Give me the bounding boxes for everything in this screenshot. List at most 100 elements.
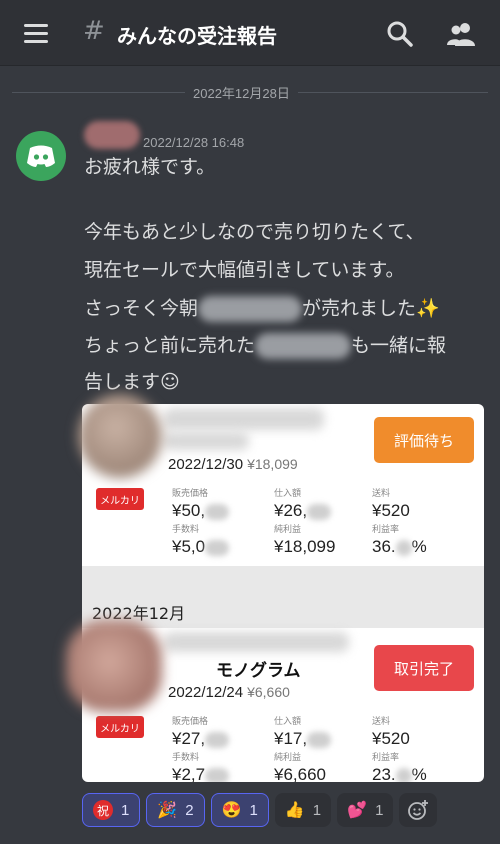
stat-value: ¥520: [372, 501, 410, 520]
stat-value: 36.%: [372, 537, 427, 557]
stat-value: ¥520: [372, 729, 410, 748]
reaction-count: 1: [121, 801, 130, 819]
avatar[interactable]: [16, 131, 66, 181]
stat-value: ¥27,: [172, 729, 230, 749]
search-icon[interactable]: [386, 20, 414, 48]
stat-label: 販売価格: [172, 717, 209, 727]
message-text: さっそく今朝: [84, 297, 199, 320]
message-line: 告します☺: [84, 371, 180, 393]
reaction-two-hearts[interactable]: 💕 1: [337, 793, 394, 827]
members-icon[interactable]: [446, 20, 476, 48]
stat-label: 手数料: [172, 525, 200, 535]
status-awaiting-review-button[interactable]: 評価待ち: [374, 417, 474, 463]
stat-value: ¥5,0: [172, 537, 230, 557]
message-line: さっそく今朝 が売れました✨: [84, 296, 440, 322]
mercari-badge: メルカリ: [96, 716, 144, 738]
stat-label: 純利益: [274, 525, 302, 535]
price-value: ¥6,660: [247, 684, 290, 700]
status-label: 評価待ち: [393, 431, 454, 450]
stat-sale-price: 販売価格 ¥50,: [172, 486, 230, 521]
add-reaction-icon: [408, 800, 429, 820]
product-photo-redacted: [78, 394, 162, 478]
product-title-redacted: [164, 632, 349, 652]
heart-eyes-icon: 😍: [221, 802, 242, 819]
stat-text: ¥2,7: [172, 765, 206, 782]
stat-value: ¥18,099: [274, 537, 336, 556]
stat-text: %: [411, 765, 427, 782]
status-completed-button[interactable]: 取引完了: [374, 645, 474, 691]
message-line: 今年もあと少しなので売り切りたくて、: [84, 221, 425, 243]
status-label: 取引完了: [393, 659, 454, 678]
stat-text: %: [411, 537, 427, 556]
redacted-number: [205, 767, 230, 782]
redacted-text: [198, 296, 303, 322]
stat-text: 36.: [372, 537, 396, 556]
stat-value: ¥17,: [274, 729, 332, 749]
stat-value: ¥50,: [172, 501, 230, 521]
stat-value: 23.%: [372, 765, 427, 782]
stat-cost: 仕入額 ¥17,: [274, 714, 332, 749]
date-value: 2022/12/30: [168, 456, 244, 473]
author-name-redacted[interactable]: [84, 121, 140, 149]
stat-label: 仕入額: [274, 489, 302, 499]
stat-profit: 純利益 ¥6,660: [274, 750, 326, 782]
stat-label: 送料: [372, 489, 391, 499]
reaction-party-popper[interactable]: 🎉 2: [146, 793, 205, 827]
redacted-number: [395, 539, 412, 556]
message-text: も一緒に報: [351, 334, 447, 357]
add-reaction-button[interactable]: [399, 793, 438, 827]
channel-name: みんなの受注報告: [117, 24, 277, 48]
stat-label: 送料: [372, 717, 391, 727]
stat-value: ¥2,7: [172, 765, 230, 782]
message-text: ちょっと前に売れた: [84, 334, 256, 357]
date-separator: 2022年12月28日: [185, 83, 298, 102]
mercari-badge: メルカリ: [96, 488, 144, 510]
reaction-iwai[interactable]: 祝 1: [82, 793, 141, 827]
stat-text: ¥27,: [172, 729, 206, 748]
product-title-redacted: [164, 432, 249, 450]
stat-cost: 仕入額 ¥26,: [274, 486, 332, 521]
channel-hash-icon: #: [83, 16, 105, 46]
stat-label: 仕入額: [274, 717, 302, 727]
stat-label: 利益率: [372, 525, 400, 535]
stat-fee: 手数料 ¥2,7: [172, 750, 230, 782]
thumbs-up-icon: 👍: [284, 802, 305, 819]
stat-fee: 手数料 ¥5,0: [172, 522, 230, 557]
redacted-text: [255, 333, 352, 359]
stat-text: ¥26,: [274, 501, 308, 520]
stat-text: ¥17,: [274, 729, 308, 748]
price-value: ¥18,099: [247, 456, 298, 472]
stat-value: ¥6,660: [274, 765, 326, 782]
sale-date: 2022/12/24 ¥6,660: [168, 684, 290, 701]
product-title: モノグラム: [216, 661, 301, 681]
redacted-number: [395, 767, 412, 782]
stat-label: 純利益: [274, 753, 302, 763]
stat-profit-rate: 利益率 23.%: [372, 750, 427, 782]
redacted-number: [307, 731, 332, 748]
product-title-redacted: [164, 408, 324, 430]
reaction-count: 1: [312, 801, 322, 819]
stat-label: 販売価格: [172, 489, 209, 499]
date-value: 2022/12/24: [168, 684, 244, 701]
stat-profit: 純利益 ¥18,099: [274, 522, 335, 557]
party-popper-icon: 🎉: [157, 802, 178, 819]
stat-value: ¥26,: [274, 501, 332, 521]
reactions-bar: 祝 1 🎉 2 😍 1 👍 1 💕 1: [82, 793, 438, 827]
product-photo-redacted: [66, 620, 162, 712]
reaction-thumbs-up[interactable]: 👍 1: [274, 793, 332, 827]
redacted-number: [205, 503, 230, 520]
message-line: ちょっと前に売れた も一緒に報: [84, 333, 446, 359]
reaction-heart-eyes[interactable]: 😍 1: [210, 793, 269, 827]
channel-header: # みんなの受注報告: [0, 0, 500, 66]
redacted-number: [205, 539, 230, 556]
stat-text: ¥5,0: [172, 537, 206, 556]
reaction-count: 2: [185, 801, 194, 819]
reaction-count: 1: [249, 801, 258, 819]
stat-shipping: 送料 ¥520: [372, 486, 410, 521]
redacted-number: [307, 503, 332, 520]
stat-label: 手数料: [172, 753, 200, 763]
stat-text: 23.: [372, 765, 396, 782]
iwai-icon: 祝: [93, 800, 113, 820]
menu-icon[interactable]: [24, 24, 48, 44]
stat-label: 利益率: [372, 753, 400, 763]
